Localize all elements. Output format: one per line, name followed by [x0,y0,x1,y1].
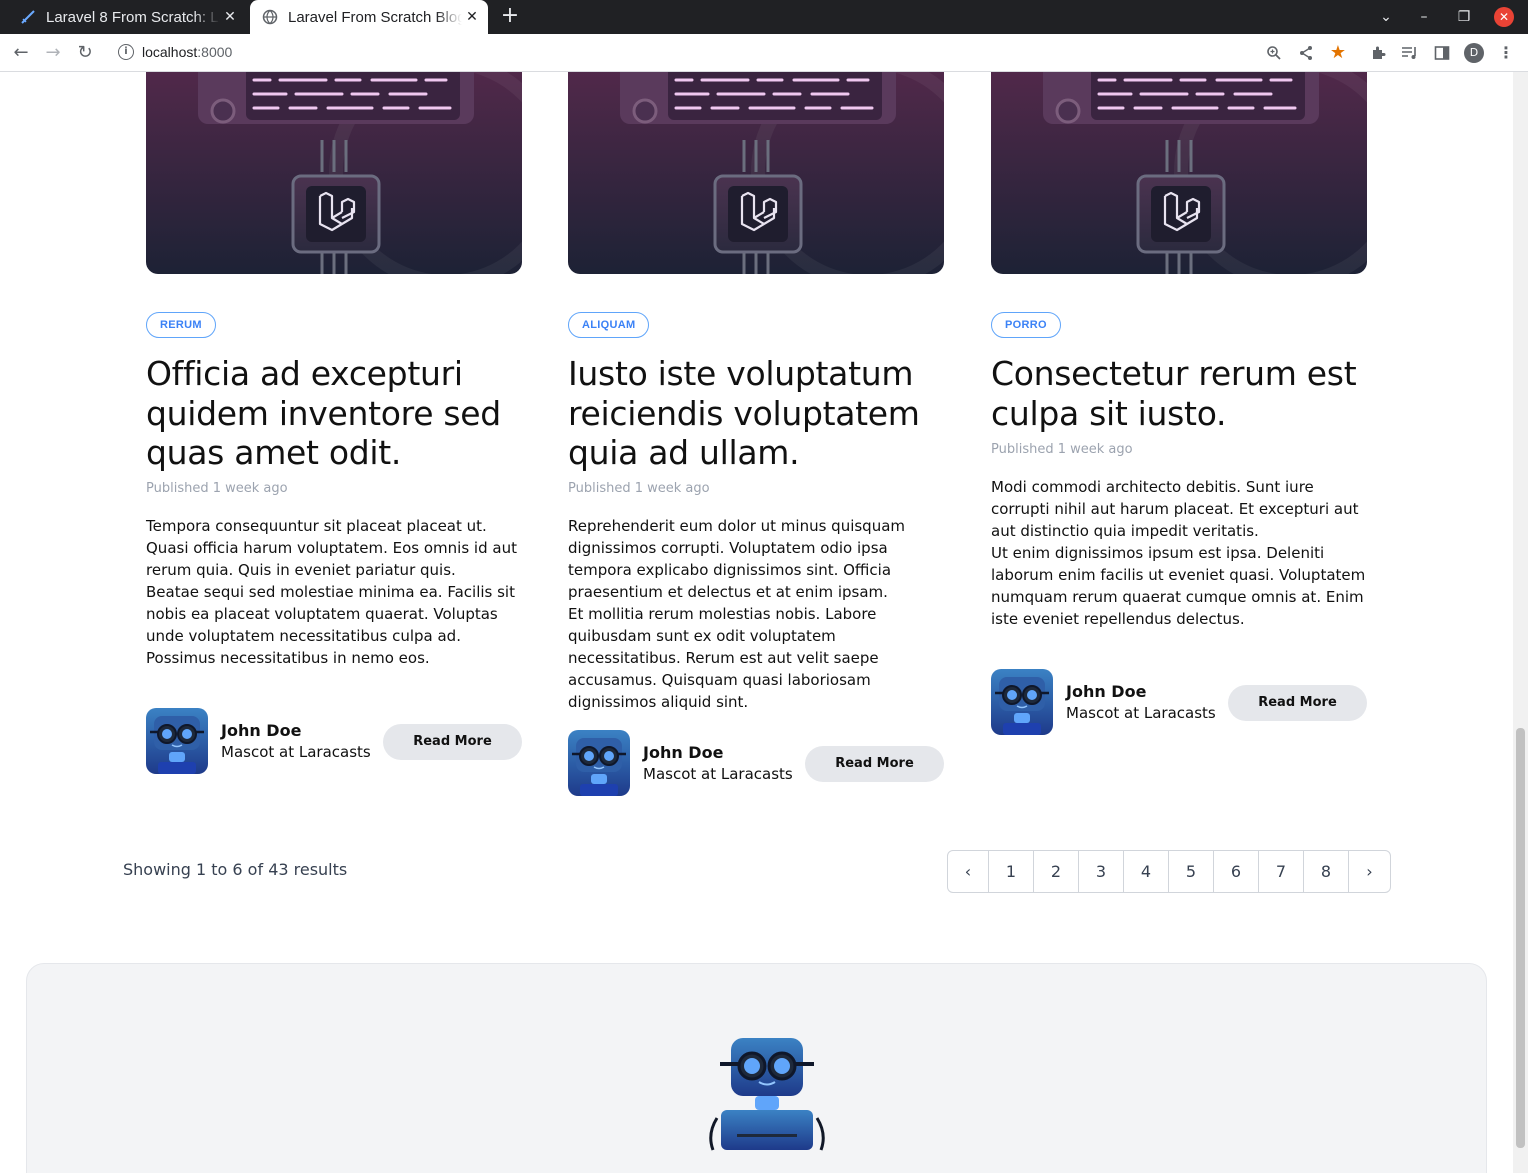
read-more-button[interactable]: Read More [383,724,522,760]
category-badge[interactable]: PORRO [991,312,1061,338]
author-name: John Doe [221,721,302,740]
post-title[interactable]: Iusto iste voluptatum reiciendis volupta… [568,354,944,473]
site-info-icon[interactable]: i [118,44,134,60]
url-port: :8000 [197,44,233,60]
menu-kebab-icon[interactable]: ⋮ [1494,41,1518,65]
restore-icon[interactable]: ❐ [1450,0,1478,34]
minimize-icon[interactable]: – [1410,0,1438,34]
author-name: John Doe [643,743,724,762]
new-tab-button[interactable]: + [497,4,523,30]
post-thumbnail[interactable] [568,72,944,274]
extensions-icon[interactable] [1366,41,1390,65]
reload-icon[interactable]: ↻ [73,41,97,65]
page-6-button[interactable]: 6 [1214,851,1259,892]
page-5-button[interactable]: 5 [1169,851,1214,892]
author-role: Mascot at Laracasts [643,765,793,783]
excerpt-paragraph: Et mollitia rerum molestias nobis. Labor… [568,605,879,711]
page-3-button[interactable]: 3 [1079,851,1124,892]
author-name: John Doe [1066,682,1147,701]
newsletter-footer [26,963,1487,1173]
page-2-button[interactable]: 2 [1034,851,1079,892]
author: John Doe Mascot at Laracasts [568,730,793,796]
read-more-button[interactable]: Read More [805,746,944,782]
close-icon[interactable]: ✕ [462,9,482,25]
url-host: localhost [142,44,198,60]
side-panel-icon[interactable] [1430,41,1454,65]
pagination-summary: Showing 1 to 6 of 43 results [123,860,348,879]
excerpt-paragraph: Ut enim dignissimos ipsum est ipsa. Dele… [991,544,1366,628]
post-excerpt: Modi commodi architecto debitis. Sunt iu… [991,476,1369,630]
url-text: localhost:8000 [142,44,232,60]
tab-title: Laravel From Scratch Blog [288,8,462,26]
author-role: Mascot at Laracasts [221,743,371,761]
zoom-icon[interactable] [1262,41,1286,65]
category-badge[interactable]: RERUM [146,312,216,338]
category-badge[interactable]: ALIQUAM [568,312,650,338]
tab-bar: Laravel 8 From Scratch: La ✕ Laravel Fro… [0,0,1528,34]
avatar [146,708,208,774]
published-date: Published 1 week ago [991,442,1133,457]
read-more-button[interactable]: Read More [1228,685,1367,721]
tab-laravel-8[interactable]: Laravel 8 From Scratch: La ✕ [8,0,246,34]
tab-title: Laravel 8 From Scratch: La [46,8,220,26]
published-when: 1 week ago [1057,442,1133,457]
excerpt-paragraph: Tempora consequuntur sit placeat placeat… [146,517,517,579]
excerpt-paragraph: Reprehenderit eum dolor ut minus quisqua… [568,517,906,601]
profile-avatar[interactable]: D [1464,43,1484,63]
page-4-button[interactable]: 4 [1124,851,1169,892]
author: John Doe Mascot at Laracasts [146,708,371,774]
page-7-button[interactable]: 7 [1259,851,1304,892]
page-scrollbar[interactable] [1513,72,1528,1173]
page-8-button[interactable]: 8 [1304,851,1349,892]
published-label: Published [991,442,1058,457]
post-title[interactable]: Consectetur rerum est culpa sit iusto. [991,354,1367,433]
media-controls-icon[interactable] [1398,41,1422,65]
published-label: Published [146,481,213,496]
scrollbar-thumb[interactable] [1516,728,1525,1148]
post-thumbnail[interactable] [991,72,1367,274]
window-close-button[interactable]: ✕ [1494,7,1514,27]
close-icon[interactable]: ✕ [220,9,240,25]
avatar [568,730,630,796]
share-icon[interactable] [1294,41,1318,65]
published-when: 1 week ago [212,481,288,496]
published-label: Published [568,481,635,496]
address-bar[interactable]: i localhost:8000 [108,38,1360,68]
page-1-button[interactable]: 1 [989,851,1034,892]
published-when: 1 week ago [634,481,710,496]
forward-icon[interactable]: → [41,41,65,65]
post-excerpt: Reprehenderit eum dolor ut minus quisqua… [568,515,946,713]
post-thumbnail[interactable] [146,72,522,274]
pagination-next-button[interactable]: › [1349,851,1390,892]
browser-toolbar: ← → ↻ i localhost:8000 ★ ⋮ [0,34,1528,72]
avatar [991,669,1053,735]
excerpt-paragraph: Beatae sequi sed molestiae minima ea. Fa… [146,583,515,667]
tab-blog[interactable]: Laravel From Scratch Blog ✕ [250,0,488,34]
post-title[interactable]: Officia ad excepturi quidem inventore se… [146,354,522,473]
post-excerpt: Tempora consequuntur sit placeat placeat… [146,515,524,669]
mascot-robot-image [697,1034,837,1158]
back-icon[interactable]: ← [9,41,33,65]
pagination: ‹ 1 2 3 4 5 6 7 8 › [947,850,1391,893]
laracasts-icon [20,9,36,25]
author-role: Mascot at Laracasts [1066,704,1216,722]
tab-search-icon[interactable]: ⌄ [1372,0,1400,34]
globe-icon [262,9,278,25]
page-viewport: RERUM Officia ad excepturi quidem invent… [0,72,1513,1173]
bookmark-star-icon[interactable]: ★ [1326,41,1350,65]
excerpt-paragraph: Modi commodi architecto debitis. Sunt iu… [991,478,1359,540]
pagination-prev-button[interactable]: ‹ [948,851,989,892]
author: John Doe Mascot at Laracasts [991,669,1216,735]
published-date: Published 1 week ago [146,481,288,496]
published-date: Published 1 week ago [568,481,710,496]
